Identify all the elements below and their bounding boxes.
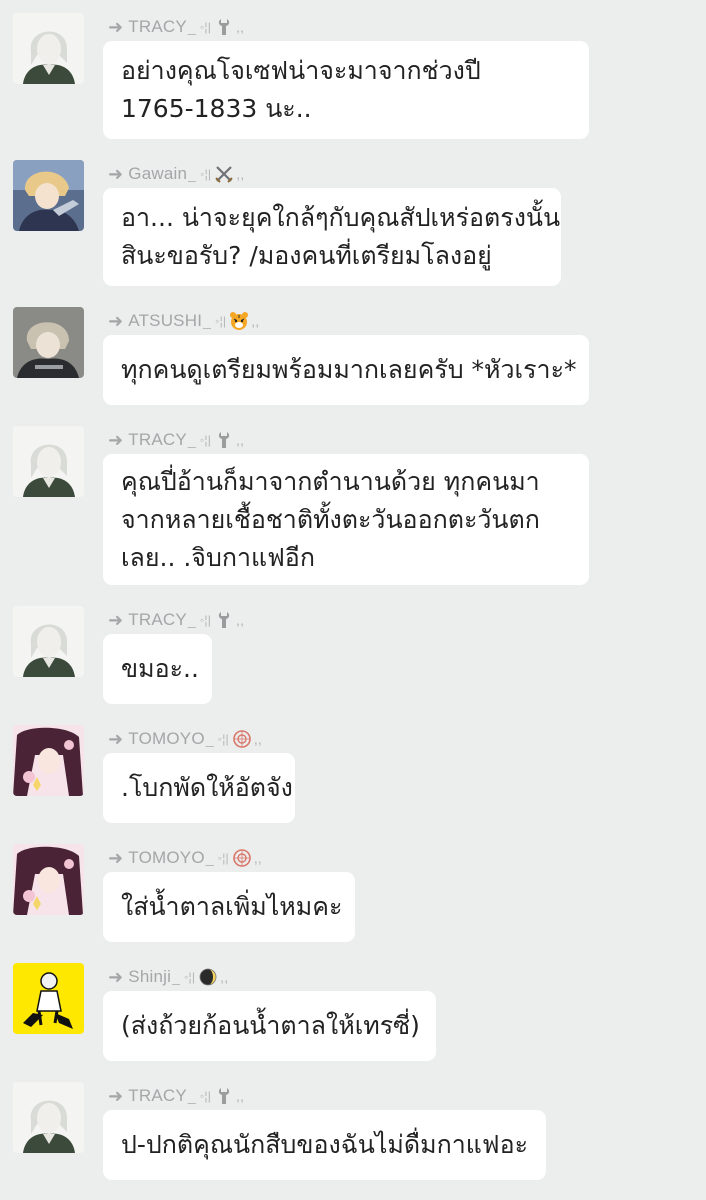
signal-deco-icon: ◦¦| [215, 314, 227, 328]
message-bubble[interactable]: ป-ปกติคุณนักสืบของฉันไม่ดื่มกาแฟอะ [103, 1110, 546, 1180]
arrow-icon: ➜ [108, 1085, 124, 1106]
sender-name: ➜ TOMOYO _ ◦¦| ,, [108, 728, 263, 749]
atsushi-avatar [13, 307, 84, 378]
sender-name: ➜ ATSUSHI _ ◦¦| ,, [108, 310, 260, 331]
tracy-avatar [13, 13, 84, 84]
arrow-icon: ➜ [108, 429, 124, 450]
sender-name: ➜ TRACY _ ◦¦| ,, [108, 16, 245, 37]
moon-icon [198, 967, 218, 987]
tomoyo-avatar [13, 844, 84, 915]
signal-deco-icon: ◦¦| [199, 1089, 212, 1103]
avatar[interactable] [13, 307, 84, 378]
seal-flower-icon [232, 848, 252, 868]
wrench-icon [214, 430, 234, 450]
wrench-icon [214, 610, 234, 630]
gawain-avatar [13, 160, 84, 231]
shinji-avatar [13, 963, 84, 1034]
seal-flower-icon [232, 729, 252, 749]
avatar[interactable] [13, 606, 84, 677]
signal-deco-icon: ◦¦| [200, 167, 212, 181]
avatar[interactable] [13, 725, 84, 796]
tracy-avatar [13, 606, 84, 677]
signal-deco-icon: ◦¦| [184, 970, 196, 984]
sender-name: ➜ TRACY _ ◦¦| ,, [108, 1085, 245, 1106]
avatar[interactable] [13, 426, 84, 497]
avatar[interactable] [13, 160, 84, 231]
crossed-swords-icon [214, 164, 234, 184]
tracy-avatar [13, 426, 84, 497]
signal-deco-icon: ◦¦| [199, 613, 212, 627]
message-bubble[interactable]: .โบกพัดให้อัตจัง [103, 753, 295, 823]
arrow-icon: ➜ [108, 966, 124, 987]
avatar[interactable] [13, 844, 84, 915]
arrow-icon: ➜ [108, 163, 124, 184]
avatar[interactable] [13, 963, 84, 1034]
signal-deco-icon: ◦¦| [199, 20, 212, 34]
wrench-icon [214, 17, 234, 37]
arrow-icon: ➜ [108, 310, 124, 331]
tiger-face-icon [229, 311, 249, 331]
message-bubble[interactable]: (ส่งถ้วยก้อนน้ำตาลให้เทรซี่) [103, 991, 436, 1061]
message-bubble[interactable]: อย่างคุณโจเซฟน่าจะมาจากช่วงปี 1765-1833 … [103, 41, 589, 139]
tracy-avatar [13, 1082, 84, 1153]
message-bubble[interactable]: อา... น่าจะยุคใกล้ๆกับคุณสัปเหร่อตรงนั้น… [103, 188, 561, 286]
signal-deco-icon: ◦¦| [199, 433, 212, 447]
sender-name: ➜ TOMOYO _ ◦¦| ,, [108, 847, 263, 868]
arrow-icon: ➜ [108, 16, 124, 37]
sender-name: ➜ TRACY _ ◦¦| ,, [108, 429, 245, 450]
sender-name: ➜ Gawain _ ◦¦| ,, [108, 163, 245, 184]
tomoyo-avatar [13, 725, 84, 796]
arrow-icon: ➜ [108, 609, 124, 630]
message-bubble[interactable]: คุณปี่อ้านก็มาจากตำนานด้วย ทุกคนมา จากหล… [103, 454, 589, 585]
signal-deco-icon: ◦¦| [217, 851, 229, 865]
signal-deco-icon: ◦¦| [217, 732, 229, 746]
sender-name: ➜ TRACY _ ◦¦| ,, [108, 609, 245, 630]
message-bubble[interactable]: ใส่น้ำตาลเพิ่มไหมคะ [103, 872, 355, 942]
wrench-icon [214, 1086, 234, 1106]
sender-name: ➜ Shinji _ ◦¦| ,, [108, 966, 229, 987]
arrow-icon: ➜ [108, 847, 124, 868]
message-bubble[interactable]: ทุกคนดูเตรียมพร้อมมากเลยครับ *หัวเราะ* [103, 335, 589, 405]
avatar[interactable] [13, 1082, 84, 1153]
avatar[interactable] [13, 13, 84, 84]
arrow-icon: ➜ [108, 728, 124, 749]
message-bubble[interactable]: ขมอะ.. [103, 634, 212, 704]
